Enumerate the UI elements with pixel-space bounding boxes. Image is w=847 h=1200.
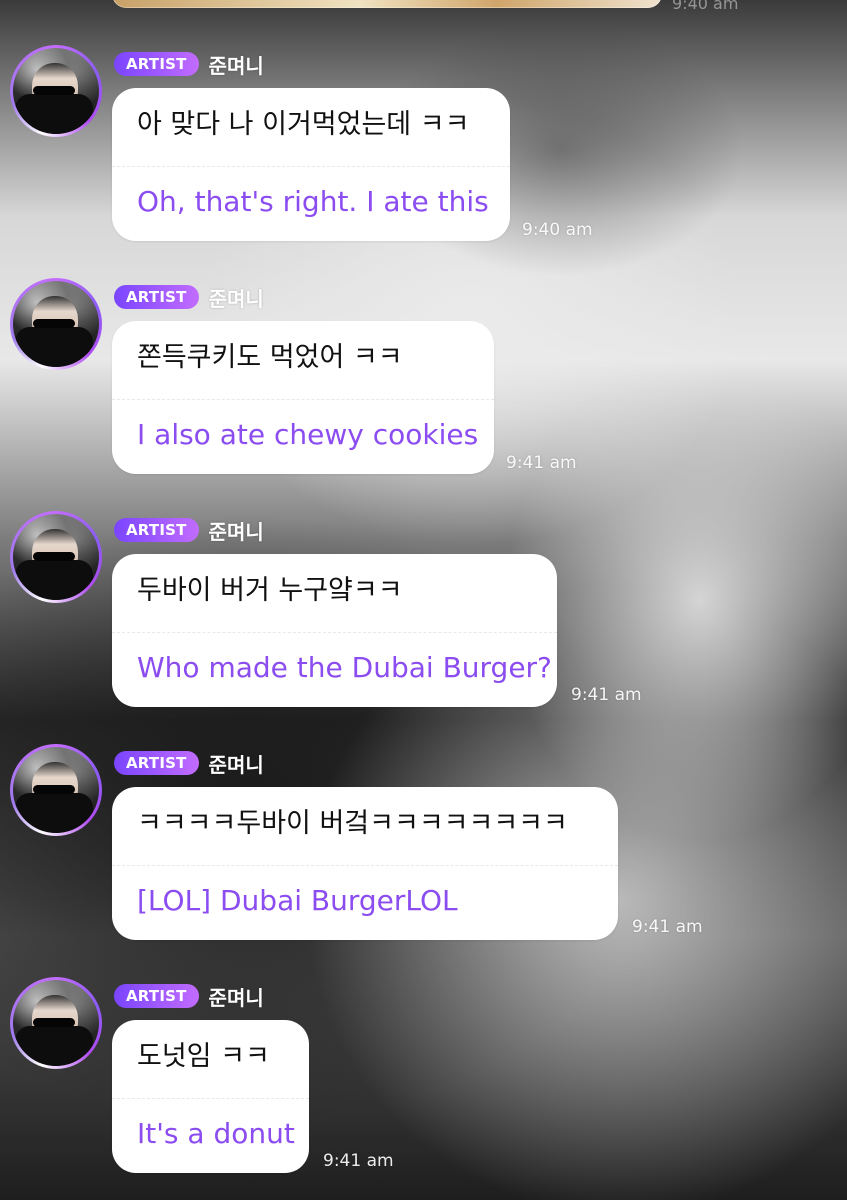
message-divider [112,632,557,633]
message-time: 9:41 am [632,917,703,937]
message-original-text: ㅋㅋㅋㅋ두바이 버겈ㅋㅋㅋㅋㅋㅋㅋㅋ [137,808,568,839]
artist-badge: ARTIST [114,52,199,76]
message-divider [112,399,494,400]
artist-badge: ARTIST [114,285,199,309]
message-original-text: 쫀득쿠키도 먹었어 ㅋㅋ [137,342,403,373]
message-bubble[interactable]: 아 맞다 나 이거먹었는데 ㅋㅋ Oh, that's right. I ate… [112,88,510,241]
message-original-text: 도넛임 ㅋㅋ [137,1041,270,1072]
previous-message-preview [112,0,662,8]
message-divider [112,166,510,167]
message-bubble[interactable]: 두바이 버거 누구얔ㅋㅋ Who made the Dubai Burger? [112,554,557,707]
username: 준며니 [208,286,264,311]
artist-avatar[interactable] [10,511,102,603]
message-bubble[interactable]: 쫀득쿠키도 먹었어 ㅋㅋ I also ate chewy cookies [112,321,494,474]
message-meta: ARTIST 준며니 [114,983,264,1010]
message-translation-text: [LOL] Dubai BurgerLOL [137,884,458,917]
artist-avatar[interactable] [10,278,102,370]
artist-avatar[interactable] [10,45,102,137]
message-meta: ARTIST 준며니 [114,750,264,777]
message-translation-text: It's a donut [137,1117,295,1150]
avatar-image [13,281,99,367]
message-time: 9:41 am [323,1151,394,1171]
artist-avatar[interactable] [10,977,102,1069]
message-original-text: 아 맞다 나 이거먹었는데 ㅋㅋ [137,109,470,140]
message-meta: ARTIST 준며니 [114,51,264,78]
username: 준며니 [208,752,264,777]
message-bubble[interactable]: ㅋㅋㅋㅋ두바이 버겈ㅋㅋㅋㅋㅋㅋㅋㅋ [LOL] Dubai BurgerLOL [112,787,618,940]
message-divider [112,865,618,866]
message-divider [112,1098,309,1099]
message-original-text: 두바이 버거 누구얔ㅋㅋ [137,575,403,606]
message-bubble[interactable]: 도넛임 ㅋㅋ It's a donut [112,1020,309,1173]
artist-avatar[interactable] [10,744,102,836]
artist-badge: ARTIST [114,518,199,542]
message-time: 9:40 am [522,220,593,240]
username: 준며니 [208,985,264,1010]
artist-badge: ARTIST [114,984,199,1008]
message-translation-text: I also ate chewy cookies [137,418,479,451]
previous-message-time: 9:40 am [672,0,739,13]
username: 준며니 [208,519,264,544]
message-meta: ARTIST 준며니 [114,517,264,544]
username: 준며니 [208,53,264,78]
message-translation-text: Oh, that's right. I ate this [137,185,489,218]
avatar-image [13,48,99,134]
avatar-image [13,514,99,600]
message-time: 9:41 am [571,685,642,705]
message-translation-text: Who made the Dubai Burger? [137,651,552,684]
artist-badge: ARTIST [114,751,199,775]
message-meta: ARTIST 준며니 [114,284,264,311]
avatar-image [13,980,99,1066]
message-time: 9:41 am [506,453,577,473]
avatar-image [13,747,99,833]
